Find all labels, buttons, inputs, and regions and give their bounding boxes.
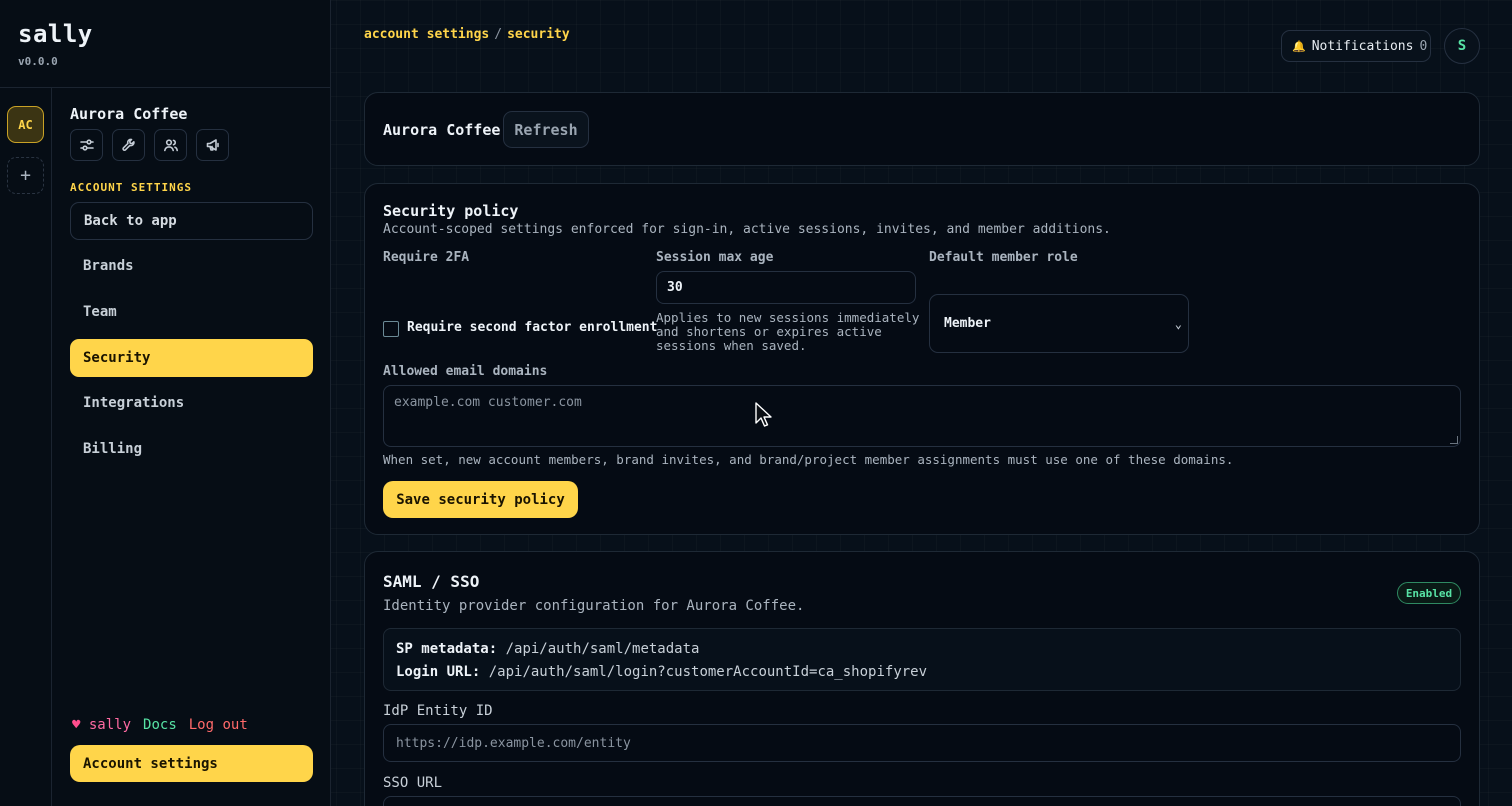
security-policy-title: Security policy xyxy=(383,202,519,220)
breadcrumb: account settings / security xyxy=(364,27,570,42)
login-url-row: Login URL: /api/auth/saml/login?customer… xyxy=(396,664,928,680)
user-avatar[interactable]: S xyxy=(1444,28,1480,64)
team-tool-button[interactable] xyxy=(154,129,187,161)
sidebar-item-billing[interactable]: Billing xyxy=(70,430,313,468)
docs-link[interactable]: Docs xyxy=(143,717,177,733)
announcements-button[interactable] xyxy=(196,129,229,161)
heart-icon: ♥ xyxy=(72,717,81,733)
saml-metadata-box: SP metadata: /api/auth/saml/metadata Log… xyxy=(383,628,1461,691)
notifications-label: Notifications xyxy=(1311,38,1414,54)
sidebar-item-security[interactable]: Security xyxy=(70,339,313,377)
require-2fa-checkbox[interactable] xyxy=(383,321,399,337)
sidebar-footer-links: ♥ sally Docs Log out xyxy=(72,717,248,733)
settings-tool-button[interactable] xyxy=(70,129,103,161)
sidebar-item-integrations[interactable]: Integrations xyxy=(70,384,313,422)
sso-url-label: SSO URL xyxy=(383,775,443,791)
security-policy-card: Security policy Account-scoped settings … xyxy=(364,183,1480,535)
notifications-button[interactable]: 🔔 Notifications 0 xyxy=(1281,30,1431,62)
users-icon xyxy=(163,139,178,152)
app-version: v0.0.0 xyxy=(18,55,58,68)
account-card: Aurora Coffee Refresh xyxy=(364,92,1480,166)
sliders-icon xyxy=(79,139,94,151)
idp-entity-label: IdP Entity ID xyxy=(383,703,493,719)
default-role-select[interactable]: Member ⌄ xyxy=(929,294,1189,353)
sidebar: Aurora Coffee ACCOUNT SETTINGS Back to a… xyxy=(52,88,331,806)
sso-url-input[interactable] xyxy=(383,796,1461,806)
breadcrumb-separator: / xyxy=(494,27,503,42)
sidebar-account-name: Aurora Coffee xyxy=(70,105,188,123)
allowed-domains-help: When set, new account members, brand inv… xyxy=(383,452,1234,467)
sidebar-item-back-to-app[interactable]: Back to app xyxy=(70,202,313,240)
login-url-value[interactable]: /api/auth/saml/login?customerAccountId=c… xyxy=(489,664,927,680)
notifications-count: 0 xyxy=(1419,38,1428,54)
account-settings-button[interactable]: Account settings xyxy=(70,745,313,782)
allowed-domains-textarea[interactable]: example.com customer.com xyxy=(383,385,1461,447)
refresh-button[interactable]: Refresh xyxy=(503,111,589,148)
mouse-cursor-icon xyxy=(755,402,772,427)
account-name: Aurora Coffee xyxy=(383,121,501,139)
sidebar-item-brands[interactable]: Brands xyxy=(70,247,313,285)
idp-entity-input[interactable]: https://idp.example.com/entity xyxy=(383,724,1461,762)
status-badge: Enabled xyxy=(1397,582,1461,604)
default-role-value: Member xyxy=(944,316,991,331)
footer-sally-link[interactable]: ♥ sally xyxy=(72,717,131,733)
section-label: ACCOUNT SETTINGS xyxy=(70,181,192,194)
chevron-down-icon: ⌄ xyxy=(1174,317,1182,331)
bell-icon: 🔔 xyxy=(1292,39,1306,53)
session-max-age-help: Applies to new sessions immediately and … xyxy=(656,310,920,353)
require-2fa-label: Require 2FA xyxy=(383,250,470,265)
account-switcher-aurora[interactable]: AC xyxy=(7,106,44,143)
save-security-policy-button[interactable]: Save security policy xyxy=(383,481,578,518)
require-2fa-checkbox-label[interactable]: Require second factor enrollment xyxy=(407,320,657,335)
brand-header: sally v0.0.0 xyxy=(0,0,331,88)
default-role-label: Default member role xyxy=(929,250,1078,265)
megaphone-icon xyxy=(206,139,219,151)
sp-metadata-row: SP metadata: /api/auth/saml/metadata xyxy=(396,641,700,657)
allowed-domains-label: Allowed email domains xyxy=(383,364,548,379)
session-max-age-label: Session max age xyxy=(656,250,774,265)
security-policy-description: Account-scoped settings enforced for sig… xyxy=(383,222,1111,237)
app-logo[interactable]: sally xyxy=(18,20,93,48)
saml-sso-card: SAML / SSO Enabled Identity provider con… xyxy=(364,551,1480,806)
saml-description: Identity provider configuration for Auro… xyxy=(383,598,805,614)
logout-link[interactable]: Log out xyxy=(189,717,248,733)
saml-title: SAML / SSO xyxy=(383,572,480,591)
allowed-domains-placeholder: example.com customer.com xyxy=(394,395,582,410)
add-account-button[interactable]: + xyxy=(7,157,44,194)
sidebar-item-team[interactable]: Team xyxy=(70,293,313,331)
resize-handle-icon[interactable] xyxy=(1450,436,1458,444)
wrench-icon xyxy=(121,138,135,151)
breadcrumb-security: security xyxy=(507,27,570,42)
sp-metadata-value[interactable]: /api/auth/saml/metadata xyxy=(506,641,700,657)
account-rail: AC + xyxy=(0,88,52,806)
breadcrumb-account-settings[interactable]: account settings xyxy=(364,27,489,42)
session-max-age-input[interactable]: 30 xyxy=(656,271,916,304)
tools-button[interactable] xyxy=(112,129,145,161)
